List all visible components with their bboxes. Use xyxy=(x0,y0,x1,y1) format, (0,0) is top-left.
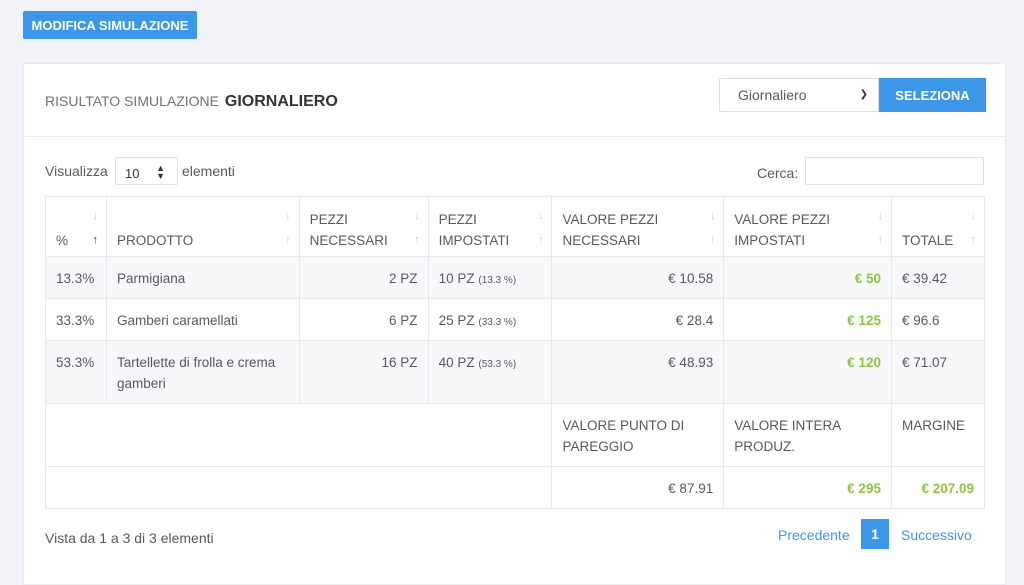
table-row: 33.3% Gamberi caramellati 6 PZ 25 PZ (33… xyxy=(45,298,986,341)
summary-labels-row: VALORE PUNTO DI PAREGGIO VALORE INTERA P… xyxy=(44,403,986,467)
cell-product: Gamberi caramellati xyxy=(105,298,300,341)
cell-value-set: € 120 xyxy=(723,340,892,404)
column-header-percent[interactable]: % ↓ ↑ xyxy=(45,196,107,257)
cell-value-set: € 125 xyxy=(723,298,892,341)
summary-value-full-production: € 295 xyxy=(723,466,892,509)
select-period-button[interactable]: SELEZIONA xyxy=(879,78,986,112)
pagination-next[interactable]: Successivo xyxy=(901,527,972,543)
simulation-result-card: RISULTATO SIMULAZIONE GIORNALIERO Giorna… xyxy=(23,63,1006,585)
cell-value-needed: € 28.4 xyxy=(551,298,725,341)
card-title: RISULTATO SIMULAZIONE GIORNALIERO xyxy=(45,93,338,111)
cell-total: € 71.07 xyxy=(890,340,986,404)
cell-product: Parmigiana xyxy=(105,256,300,299)
summary-label-break-even: VALORE PUNTO DI PAREGGIO xyxy=(551,403,725,467)
sort-icon: ↓ ↑ xyxy=(877,210,883,246)
pagination-previous[interactable]: Precedente xyxy=(778,527,850,543)
card-title-period: GIORNALIERO xyxy=(224,93,338,110)
column-header-product[interactable]: PRODOTTO ↓ ↑ xyxy=(105,196,300,257)
summary-empty-cell xyxy=(44,466,553,509)
page-length-select[interactable]: 10 ▲ ▼ xyxy=(115,157,178,185)
cell-product: Tartellette di frolla e crema gamberi xyxy=(105,340,300,404)
table-info: Vista da 1 a 3 di 3 elementi xyxy=(45,530,214,546)
column-header-pieces-needed[interactable]: PEZZI NECESSARI ↓ ↑ xyxy=(298,196,429,257)
column-header-total[interactable]: TOTALE ↓ ↑ xyxy=(890,196,986,257)
column-header-value-set[interactable]: VALORE PEZZI IMPOSTATI ↓ ↑ xyxy=(723,196,892,257)
summary-values-row: € 87.91 € 295 € 207.09 xyxy=(44,466,986,509)
sort-icon: ↓ ↑ xyxy=(537,210,544,246)
chevron-down-icon: ❯ xyxy=(859,89,868,100)
search-label: Cerca: xyxy=(757,165,799,181)
pagination-page-1[interactable]: 1 xyxy=(861,519,889,549)
table-row: 53.3% Tartellette di frolla e crema gamb… xyxy=(45,340,986,404)
column-header-value-needed[interactable]: VALORE PEZZI NECESSARI ↓ ↑ xyxy=(551,196,725,257)
cell-percent: 33.3% xyxy=(45,298,107,341)
search-input[interactable] xyxy=(805,157,984,185)
cell-pieces-set: 10 PZ (13.3 %) xyxy=(427,256,553,299)
table-header-row: % ↓ ↑ PRODOTTO ↓ ↑ PEZZI NECESSARI ↓ ↑ PEZZ… xyxy=(45,196,986,257)
sort-icon: ↓ ↑ xyxy=(285,210,291,246)
cell-total: € 96.6 xyxy=(890,298,986,341)
cell-value-needed: € 10.58 xyxy=(551,256,725,299)
cell-pieces-set: 25 PZ (33.3 %) xyxy=(427,298,553,341)
page-length-suffix: elementi xyxy=(182,163,235,179)
sort-icon: ↓ ↑ xyxy=(970,210,977,246)
cell-total: € 39.42 xyxy=(890,256,986,299)
cell-pieces-set: 40 PZ (53.3 %) xyxy=(427,340,553,404)
summary-label-full-production: VALORE INTERA PRODUZ. xyxy=(723,403,892,467)
edit-simulation-button[interactable]: MODIFICA SIMULAZIONE xyxy=(23,11,197,39)
table-toolbar: Visualizza 10 ▲ ▼ elementi Cerca: xyxy=(45,157,985,187)
cell-pieces-needed: 16 PZ xyxy=(298,340,429,404)
sort-icon: ↓ ↑ xyxy=(709,210,716,246)
results-table: % ↓ ↑ PRODOTTO ↓ ↑ PEZZI NECESSARI ↓ ↑ PEZZ… xyxy=(44,196,986,509)
summary-label-margin: MARGINE xyxy=(890,403,986,467)
summary-empty-cell xyxy=(44,403,553,467)
cell-percent: 13.3% xyxy=(45,256,107,299)
column-header-pieces-set[interactable]: PEZZI IMPOSTATI ↓ ↑ xyxy=(427,196,553,257)
page-length-value: 10 xyxy=(125,166,140,181)
sort-icon: ↓ ↑ xyxy=(414,210,420,246)
page-length-label: Visualizza xyxy=(45,163,108,179)
card-header: RISULTATO SIMULAZIONE GIORNALIERO Giorna… xyxy=(24,64,1005,137)
summary-value-margin: € 207.09 xyxy=(890,466,986,509)
cell-pieces-needed: 6 PZ xyxy=(298,298,429,341)
updown-icon: ▲ ▼ xyxy=(156,163,165,181)
cell-percent: 53.3% xyxy=(45,340,107,404)
card-title-prefix: RISULTATO SIMULAZIONE xyxy=(45,93,219,109)
period-select-value: Giornaliero xyxy=(738,87,807,103)
cell-value-set: € 50 xyxy=(723,256,892,299)
cell-value-needed: € 48.93 xyxy=(551,340,725,404)
summary-value-break-even: € 87.91 xyxy=(551,466,725,509)
period-select[interactable]: Giornaliero ❯ xyxy=(719,78,879,112)
cell-pieces-needed: 2 PZ xyxy=(298,256,429,299)
sort-icon: ↓ ↑ xyxy=(92,210,98,246)
table-row: 13.3% Parmigiana 2 PZ 10 PZ (13.3 %) € 1… xyxy=(45,256,986,299)
